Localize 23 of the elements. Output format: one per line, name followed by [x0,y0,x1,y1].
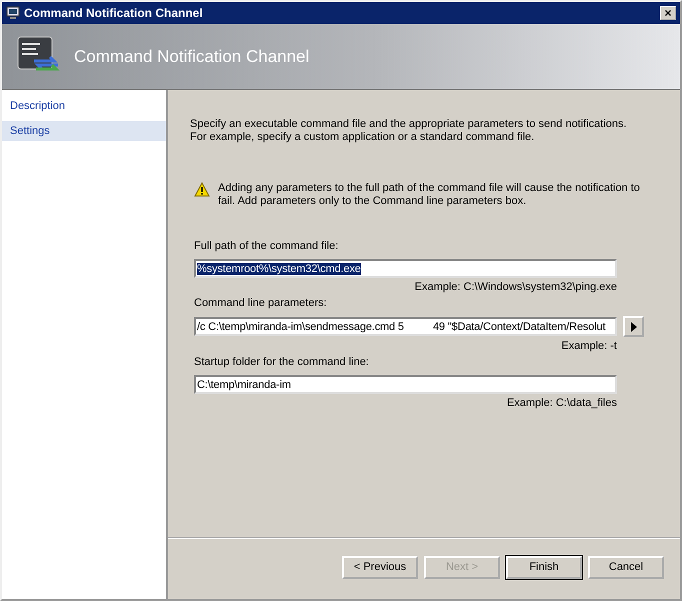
field-label: Full path of the command file: [194,240,340,253]
sidebar-item[interactable]: Settings [2,121,166,141]
wizard-button[interactable]: < Previous [342,556,418,578]
example-text: Example: -t [560,340,617,353]
warning-icon [194,182,210,197]
input-field[interactable]: /c C:\temp\miranda-im\sendmessage.cmd 5 49 "$Data/Context/DataItem/Resolut [194,317,617,336]
warning-text: Adding any parameters to the full path of the command file will cause the notification to fail. Add parameters only to the Command line parameters box. [218,182,641,208]
example-text: Example: C:\Windows\system32\ping.exe [414,281,617,294]
sidebar-item[interactable]: Description [2,96,166,116]
wizard-button[interactable]: Finish [506,556,582,578]
field-label: Startup folder for the command line: [194,356,370,369]
input-field[interactable]: C:\temp\miranda-im [194,375,617,394]
example-text: Example: C:\data_files [506,397,617,410]
header-title: Command Notification Channel [74,46,310,66]
wizard-button[interactable]: Cancel [588,556,664,578]
close-button[interactable]: × [660,6,676,20]
window-icon [6,6,20,20]
play-arrow-icon [630,322,636,332]
window-title: Command Notification Channel [24,6,204,20]
insert-button[interactable] [623,316,644,337]
intro-text: Specify an executable command file and the appropriate parameters to send notifications. For example, specify a custom application or a standard command file. [190,118,628,144]
input-field[interactable]: %systemroot%\system32\cmd.exe [194,259,617,278]
field-label: Command line parameters: [194,297,328,310]
